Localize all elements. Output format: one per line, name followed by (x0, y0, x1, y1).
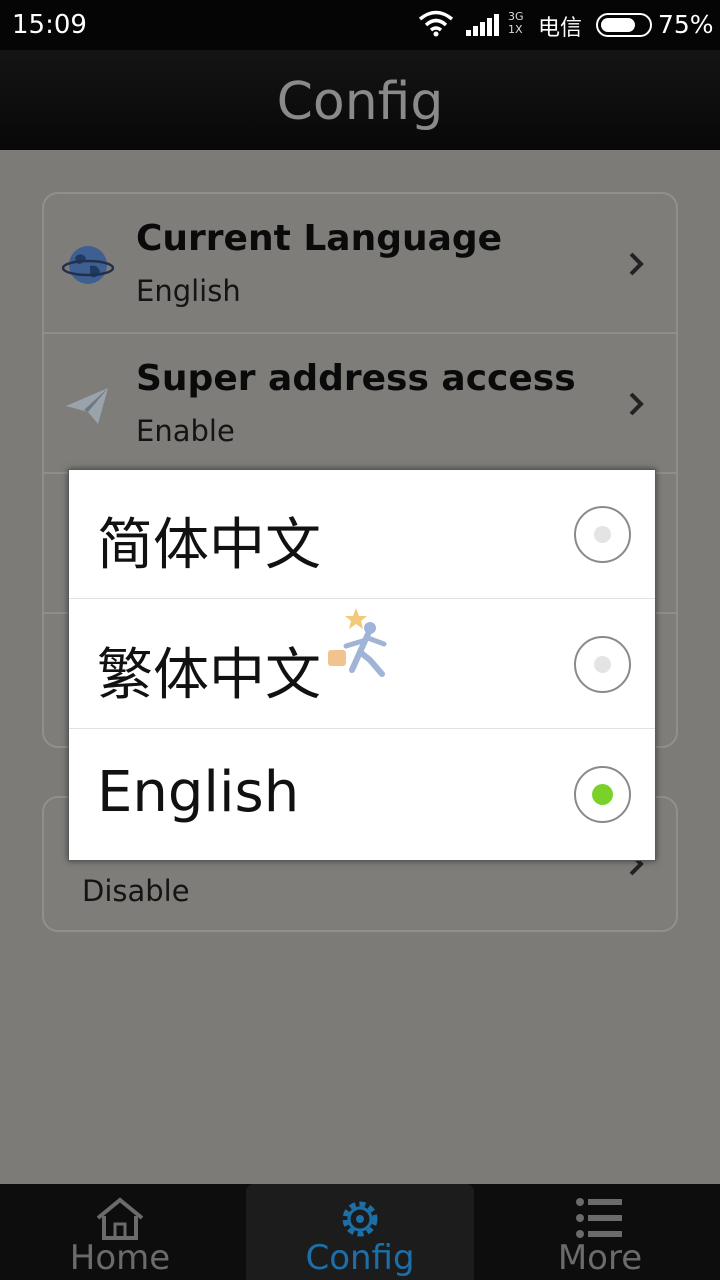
setting-value: Disable (82, 874, 190, 908)
carrier-name: 电信 (538, 16, 583, 41)
radio-button[interactable] (574, 636, 631, 693)
setting-super-address-access[interactable]: Super address access Enable (44, 334, 676, 474)
language-option-label: 简体中文 (97, 513, 321, 578)
home-icon (96, 1197, 144, 1240)
nav-label: Config (305, 1238, 415, 1278)
setting-title: Current Language (136, 218, 503, 259)
radio-button[interactable] (574, 506, 631, 563)
language-option[interactable]: 简体中文 (69, 470, 655, 599)
network-type: 3G 1X (508, 10, 524, 36)
setting-value: Enable (136, 414, 235, 448)
nav-config[interactable]: Config (246, 1184, 474, 1280)
setting-value: English (136, 274, 241, 308)
radio-button-selected[interactable] (574, 766, 631, 823)
language-option[interactable]: English (69, 730, 655, 859)
status-bar: 15:09 3G 1X 电信 75% (0, 0, 720, 50)
nav-label: More (557, 1238, 643, 1278)
chevron-right-icon (629, 392, 644, 416)
status-time: 15:09 (12, 10, 87, 40)
signal-icon (466, 14, 499, 36)
setting-title: Super address access (136, 358, 576, 399)
battery-icon (596, 13, 652, 37)
running-mascot-icon[interactable] (326, 606, 396, 680)
list-icon (576, 1198, 622, 1238)
language-option-label: 繁体中文 (97, 643, 321, 708)
app-header: Config (0, 50, 720, 150)
bottom-nav: Home Config More (0, 1184, 720, 1280)
globe-icon (62, 246, 114, 284)
battery-percent: 75% (658, 10, 714, 39)
wifi-icon (418, 10, 454, 37)
paper-plane-icon (66, 388, 108, 424)
chevron-right-icon (629, 252, 644, 276)
nav-label: Home (69, 1238, 171, 1278)
page-title: Config (276, 72, 444, 132)
language-option-label: English (97, 760, 300, 825)
setting-current-language[interactable]: Current Language English (44, 194, 676, 334)
gear-icon (342, 1201, 378, 1237)
nav-more[interactable]: More (486, 1184, 714, 1280)
nav-home[interactable]: Home (6, 1184, 234, 1280)
